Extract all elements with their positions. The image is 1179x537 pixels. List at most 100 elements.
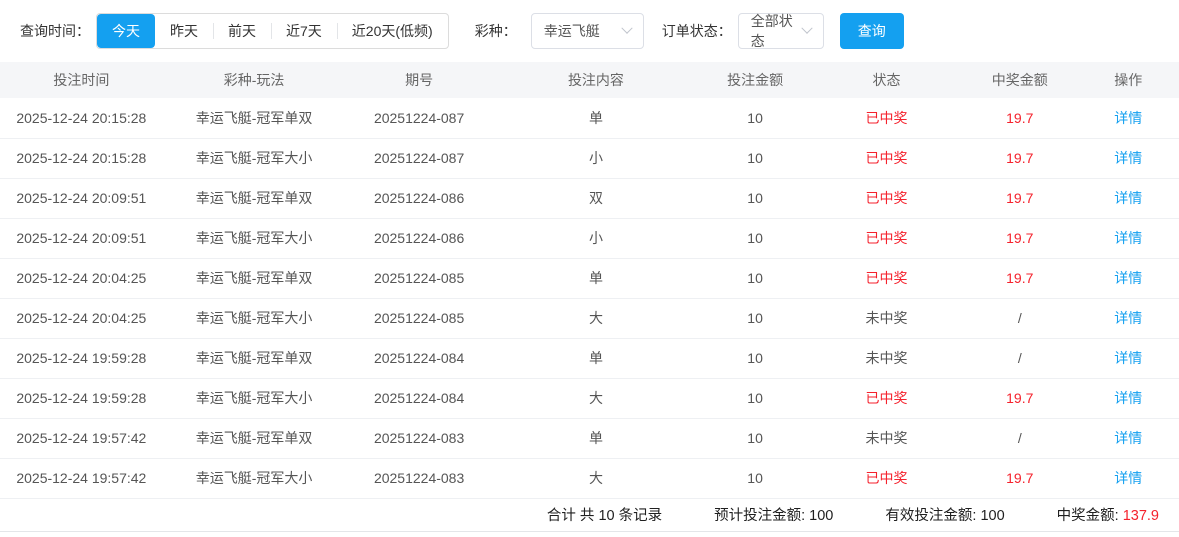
cell-issue: 20251224-087	[345, 98, 493, 139]
detail-link[interactable]: 详情	[1114, 190, 1142, 206]
detail-link[interactable]: 详情	[1114, 270, 1142, 286]
cell-bet-content: 小	[492, 218, 700, 259]
prize-amount: 19.7	[962, 378, 1078, 419]
cell-game-play: 幸运飞艇-冠军大小	[162, 138, 346, 179]
orders-table: 投注时间 彩种-玩法 期号 投注内容 投注金额 状态 中奖金额 操作 2025-…	[0, 62, 1179, 499]
cell-bet-content: 大	[492, 378, 700, 419]
table-row: 2025-12-24 19:59:28 幸运飞艇-冠军大小 20251224-0…	[0, 378, 1179, 419]
order-status-select[interactable]: 全部状态	[737, 13, 824, 49]
cell-game-play: 幸运飞艇-冠军大小	[162, 298, 346, 339]
cell-bet-amount: 10	[699, 138, 812, 179]
header-bet-content: 投注内容	[492, 62, 700, 98]
lottery-type-value: 幸运飞艇	[543, 23, 600, 39]
cell-issue: 20251224-086	[345, 218, 493, 259]
detail-link[interactable]: 详情	[1114, 230, 1142, 246]
cell-bet-time: 2025-12-24 19:59:28	[0, 378, 163, 419]
time-option-yesterday[interactable]: 昨天	[155, 14, 213, 48]
prize-amount: 19.7	[962, 258, 1078, 299]
cell-bet-time: 2025-12-24 19:57:42	[0, 418, 163, 459]
cell-bet-content: 双	[492, 178, 700, 219]
table-row: 2025-12-24 20:04:25 幸运飞艇-冠军单双 20251224-0…	[0, 258, 1179, 299]
order-status-label: 订单状态：	[661, 23, 732, 39]
summary-bar: 合计 共 10 条记录 预计投注金额: 100 有效投注金额: 100 中奖金额…	[0, 499, 1179, 532]
table-body: 2025-12-24 20:15:28 幸运飞艇-冠军单双 20251224-0…	[0, 98, 1179, 499]
cell-bet-time: 2025-12-24 20:09:51	[0, 178, 163, 219]
order-status-value: 全部状态	[750, 13, 793, 49]
time-option-today[interactable]: 今天	[97, 14, 155, 48]
cell-game-play: 幸运飞艇-冠军单双	[162, 98, 346, 139]
cell-bet-content: 单	[492, 338, 700, 379]
cell-issue: 20251224-085	[345, 298, 493, 339]
cell-game-play: 幸运飞艇-冠军单双	[162, 178, 346, 219]
status-text: 已中奖	[811, 138, 962, 179]
cell-bet-time: 2025-12-24 20:09:51	[0, 218, 163, 259]
table-row: 2025-12-24 19:57:42 幸运飞艇-冠军大小 20251224-0…	[0, 458, 1179, 499]
detail-link[interactable]: 详情	[1114, 350, 1142, 366]
detail-link[interactable]: 详情	[1114, 470, 1142, 486]
record-count: 合计 共 10 条记录	[546, 508, 663, 524]
prize-amount: 19.7	[962, 138, 1078, 179]
status-text: 已中奖	[811, 178, 962, 219]
search-button[interactable]: 查询	[839, 13, 904, 49]
cell-bet-time: 2025-12-24 20:15:28	[0, 138, 163, 179]
status-text: 未中奖	[811, 338, 962, 379]
prize-amount: /	[962, 338, 1078, 379]
cell-action: 详情	[1077, 178, 1179, 219]
time-option-daybefore[interactable]: 前天	[213, 14, 271, 48]
time-option-20days[interactable]: 近20天(低频)	[336, 14, 448, 48]
cell-issue: 20251224-086	[345, 178, 493, 219]
cell-bet-time: 2025-12-24 19:57:42	[0, 458, 163, 499]
status-text: 未中奖	[811, 418, 962, 459]
table-row: 2025-12-24 19:59:28 幸运飞艇-冠军单双 20251224-0…	[0, 338, 1179, 379]
cell-bet-content: 大	[492, 458, 700, 499]
cell-issue: 20251224-084	[345, 338, 493, 379]
prize-amount: 19.7	[962, 218, 1078, 259]
detail-link[interactable]: 详情	[1114, 430, 1142, 446]
cell-game-play: 幸运飞艇-冠军大小	[162, 218, 346, 259]
cell-bet-amount: 10	[699, 338, 812, 379]
table-row: 2025-12-24 20:15:28 幸运飞艇-冠军单双 20251224-0…	[0, 98, 1179, 139]
query-time-label: 查询时间：	[20, 23, 90, 39]
status-text: 已中奖	[811, 218, 962, 259]
valid-bet-amount: 有效投注金额: 100	[885, 508, 1005, 524]
cell-bet-time: 2025-12-24 20:04:25	[0, 258, 163, 299]
header-status: 状态	[811, 62, 962, 98]
status-text: 已中奖	[811, 98, 962, 139]
cell-issue: 20251224-087	[345, 138, 493, 179]
cell-bet-content: 单	[492, 258, 700, 299]
cell-game-play: 幸运飞艇-冠军单双	[162, 418, 346, 459]
detail-link[interactable]: 详情	[1114, 110, 1142, 126]
cell-bet-amount: 10	[699, 458, 812, 499]
detail-link[interactable]: 详情	[1114, 310, 1142, 326]
cell-bet-amount: 10	[699, 378, 812, 419]
cell-issue: 20251224-083	[345, 458, 493, 499]
header-prize: 中奖金额	[962, 62, 1078, 98]
lottery-type-select[interactable]: 幸运飞艇	[530, 13, 644, 49]
cell-bet-content: 单	[492, 98, 700, 139]
cell-game-play: 幸运飞艇-冠军单双	[162, 338, 346, 379]
cell-action: 详情	[1077, 98, 1179, 139]
filter-bar: 查询时间： 今天 昨天 前天 近7天 近20天(低频) 彩种： 幸运飞艇 订单状…	[0, 0, 1179, 62]
header-action: 操作	[1077, 62, 1179, 98]
cell-game-play: 幸运飞艇-冠军大小	[162, 378, 346, 419]
cell-bet-amount: 10	[699, 98, 812, 139]
detail-link[interactable]: 详情	[1114, 150, 1142, 166]
status-text: 已中奖	[811, 258, 962, 299]
time-option-7days[interactable]: 近7天	[271, 14, 337, 48]
prize-amount: 19.7	[962, 458, 1078, 499]
detail-link[interactable]: 详情	[1114, 390, 1142, 406]
table-row: 2025-12-24 20:15:28 幸运飞艇-冠军大小 20251224-0…	[0, 138, 1179, 179]
table-row: 2025-12-24 20:04:25 幸运飞艇-冠军大小 20251224-0…	[0, 298, 1179, 339]
chevron-down-icon	[621, 22, 633, 34]
time-range-group: 今天 昨天 前天 近7天 近20天(低频)	[96, 13, 449, 49]
cell-action: 详情	[1077, 338, 1179, 379]
header-game-play: 彩种-玩法	[162, 62, 346, 98]
chevron-down-icon	[801, 22, 813, 34]
cell-action: 详情	[1077, 418, 1179, 459]
table-header-row: 投注时间 彩种-玩法 期号 投注内容 投注金额 状态 中奖金额 操作	[0, 62, 1179, 98]
cell-bet-time: 2025-12-24 20:04:25	[0, 298, 163, 339]
table-row: 2025-12-24 20:09:51 幸运飞艇-冠军单双 20251224-0…	[0, 178, 1179, 219]
status-text: 已中奖	[811, 378, 962, 419]
header-issue: 期号	[345, 62, 493, 98]
prize-amount: 19.7	[962, 98, 1078, 139]
